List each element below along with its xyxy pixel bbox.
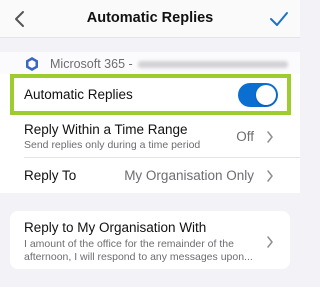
- automatic-replies-label: Automatic Replies: [24, 87, 133, 102]
- chevron-right-icon: [267, 131, 273, 143]
- reply-to-value: My Organisation Only: [124, 168, 254, 183]
- reply-message-title: Reply to My Organisation With: [24, 220, 207, 235]
- automatic-replies-toggle[interactable]: [238, 83, 278, 107]
- reply-time-range-value: Off: [236, 129, 254, 144]
- page-title: Automatic Replies: [86, 10, 214, 26]
- account-email-redacted: [138, 61, 288, 68]
- toggle-knob: [256, 85, 276, 105]
- microsoft-365-logo-icon: [26, 57, 38, 71]
- chevron-right-icon: [267, 170, 273, 182]
- nav-header: Automatic Replies: [0, 0, 300, 38]
- reply-time-range-subtitle: Send replies only during a time period: [24, 139, 201, 151]
- account-label: Microsoft 365 -: [50, 57, 133, 71]
- checkmark-icon[interactable]: [268, 9, 290, 29]
- reply-time-range-title: Reply Within a Time Range: [24, 122, 188, 137]
- reply-message-preview: I amount of the office for the remainder…: [24, 238, 253, 263]
- reply-to-title: Reply To: [24, 168, 77, 183]
- row-divider: [24, 157, 300, 158]
- reply-message-card[interactable]: Reply to My Organisation With I amount o…: [10, 211, 290, 269]
- automatic-replies-row[interactable]: Automatic Replies: [10, 74, 291, 115]
- chevron-right-icon: [267, 236, 273, 248]
- account-section: Microsoft 365 -: [0, 52, 300, 74]
- automatic-replies-screen: Automatic Replies Microsoft 365 - Automa…: [0, 0, 300, 287]
- settings-card: Automatic Replies Reply Within a Time Ra…: [0, 74, 300, 193]
